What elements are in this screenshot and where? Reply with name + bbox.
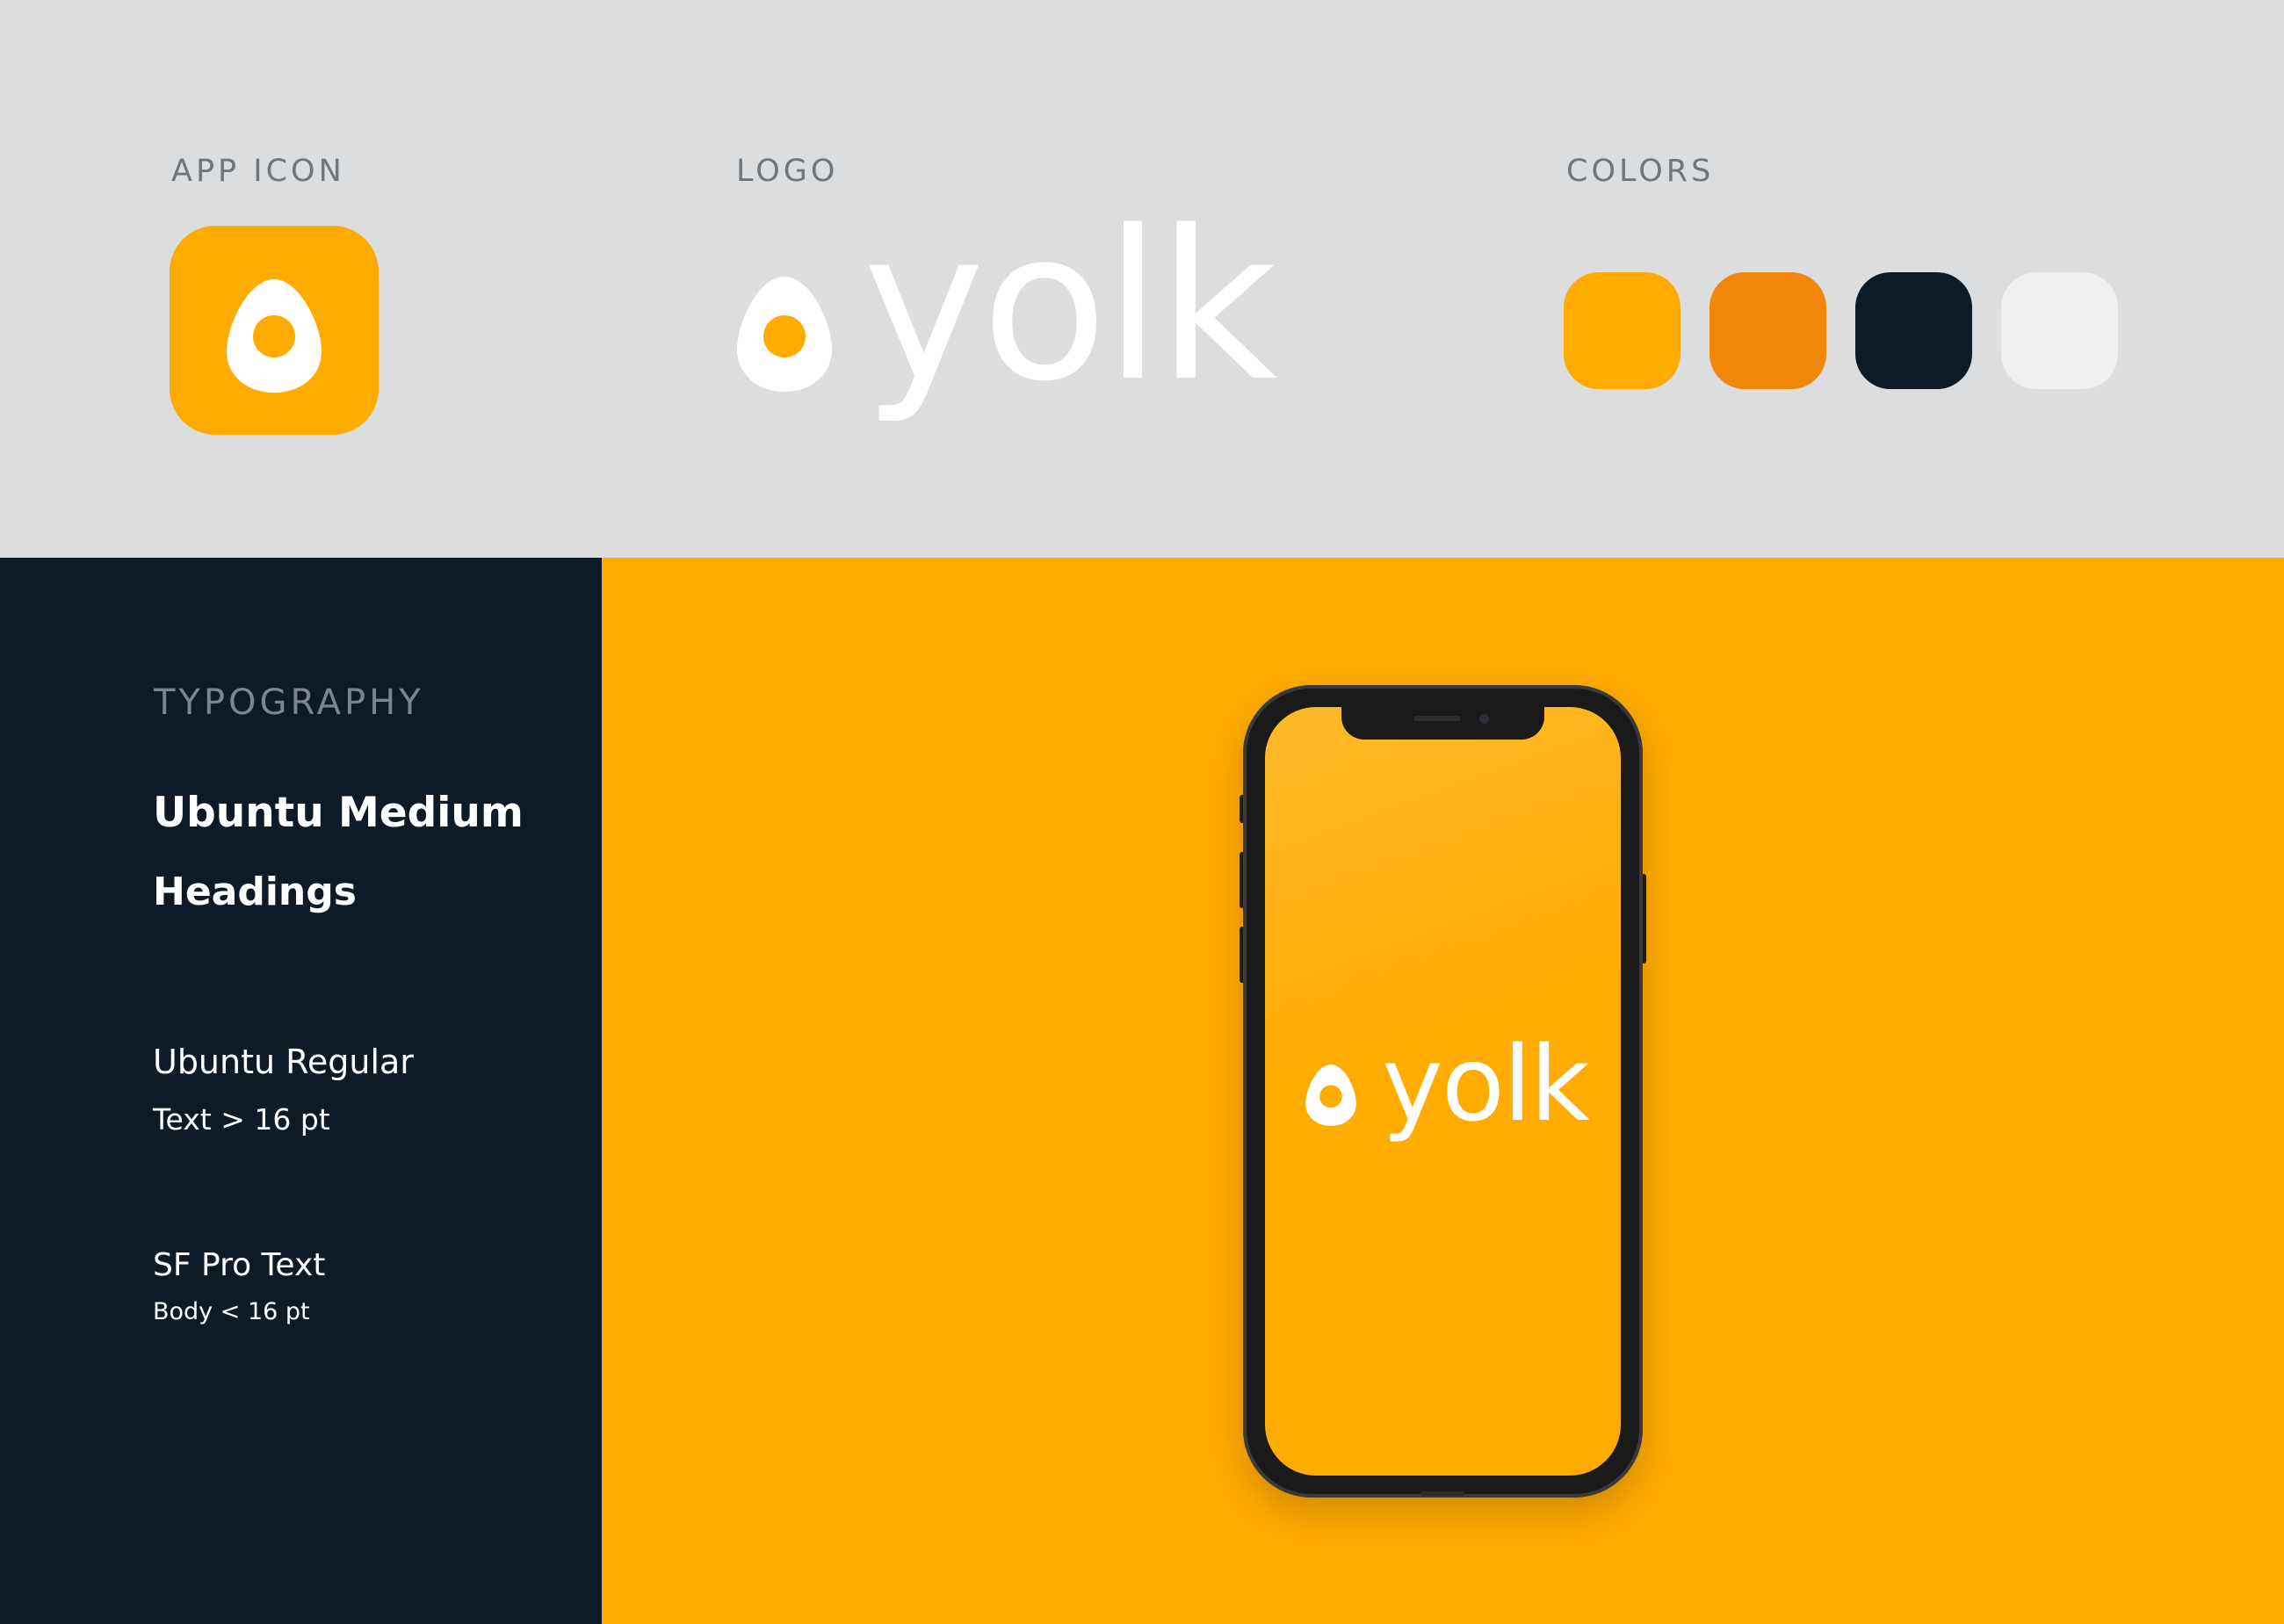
color-palette	[1564, 272, 2118, 389]
logo-wordmark: yolk	[863, 187, 1277, 427]
typography-panel: TYPOGRAPHY Ubuntu Medium Headings Ubuntu…	[0, 558, 602, 1624]
phone-notch	[1341, 707, 1544, 740]
body-font-usage: Body < 16 pt	[153, 1298, 310, 1325]
text-font-usage: Text > 16 pt	[153, 1102, 330, 1137]
body-font-name: SF Pro Text	[153, 1247, 326, 1283]
heading-font-usage: Headings	[153, 870, 357, 914]
color-swatch-2	[1709, 272, 1826, 389]
yolk-logo: yolk	[731, 204, 1277, 422]
logo-section-label: LOGO	[736, 154, 839, 189]
phone-bottom-port	[1420, 1491, 1464, 1496]
color-swatch-1	[1564, 272, 1680, 389]
egg-icon	[1305, 1065, 1356, 1126]
heading-font-name: Ubuntu Medium	[153, 789, 524, 837]
color-swatch-4	[2001, 272, 2118, 389]
colors-section-label: COLORS	[1566, 154, 1715, 189]
phone-screen: yolk	[1265, 707, 1621, 1476]
app-icon	[170, 226, 379, 435]
color-swatch-3	[1855, 272, 1972, 389]
camera-icon	[1479, 714, 1489, 724]
text-font-name: Ubuntu Regular	[153, 1043, 414, 1081]
app-icon-section-label: APP ICON	[171, 154, 345, 189]
egg-icon	[227, 279, 322, 393]
egg-icon	[737, 277, 832, 392]
brand-top-panel: APP ICON LOGO COLORS yolk	[0, 0, 2284, 558]
phone-speaker	[1413, 716, 1461, 721]
screen-logo-wordmark: yolk	[1382, 1023, 1590, 1144]
screen-yolk-logo: yolk	[1305, 1032, 1594, 1151]
typography-section-label: TYPOGRAPHY	[154, 682, 424, 723]
phone-mockup: yolk	[1243, 685, 1643, 1498]
